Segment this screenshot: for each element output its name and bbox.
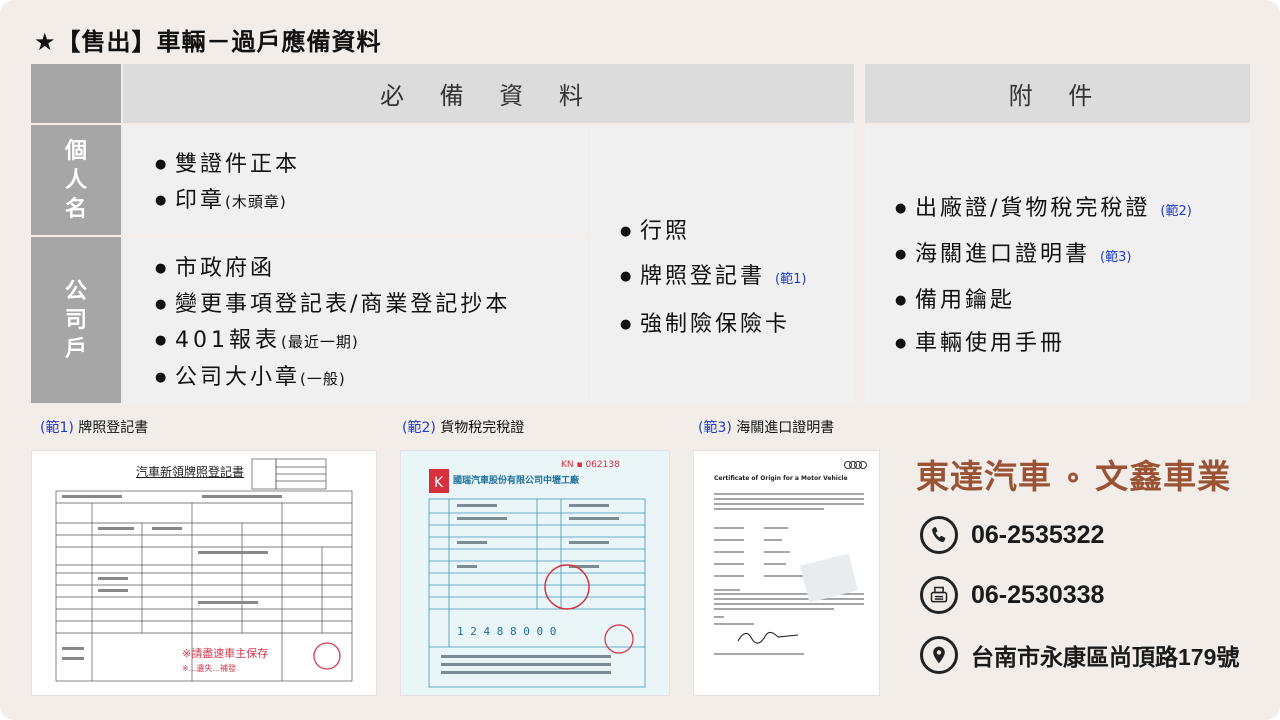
list-item: 海關進口證明書 (範3) [893,233,1250,279]
fax-number: 06-2530338 [971,580,1105,609]
brand-name: 東達汽車 ∘ 文鑫車業 [916,457,1232,496]
svg-text:※...遺失...補發: ※...遺失...補發 [182,663,236,673]
certificate-graphic [714,461,867,655]
header-attach-label: 附 件 [1008,82,1107,110]
attach-cell: 出廠證/貨物稅完稅證 (範2) 海關進口證明書 (範3) 備用鑰匙 車輛使用手冊 [865,125,1250,403]
example-image-tax-certificate: 國瑞汽車股份有限公司中壢工廠 K KN ▪ 062138 1 2 4 8 8 0… [400,450,670,696]
list-item: 印章(木頭章) [153,183,588,220]
fax-icon [920,576,958,614]
svg-text:1 2 4 8 8 0 0 0: 1 2 4 8 8 0 0 0 [457,625,556,638]
slide: ★【售出】車輛－過戶應備資料 必 備 資 料 附 件 個 人 名 公 司 戶 雙… [0,0,1280,720]
personal-cell: 雙證件正本 印章(木頭章) [123,125,588,235]
header-required: 必 備 資 料 [123,64,854,123]
list-item: 雙證件正本 [153,147,588,183]
location-pin-icon [920,636,958,674]
list-item: 公司大小章(一般) [153,360,588,397]
page-title: ★【售出】車輛－過戶應備資料 [34,28,382,56]
tax-form-graphic: K KN ▪ 062138 1 2 4 8 8 0 0 0 [428,460,646,688]
header-required-label: 必 備 資 料 [380,82,597,110]
svg-text:KN ▪ 062138: KN ▪ 062138 [561,460,620,470]
contact-address: 台南市永康區尚頂路179號 [920,636,1239,674]
list-item: 變更事項登記表/商業登記抄本 [153,287,588,323]
phone-icon [920,516,958,554]
header-attach: 附 件 [865,64,1250,123]
list-item: 401報表(最近一期) [153,323,588,360]
example-caption-3: (範3) 海關進口證明書 [698,420,835,436]
list-item: 牌照登記書 (範1) [618,254,854,302]
list-item: 行照 [618,209,854,254]
side-label-personal: 個 人 名 [31,125,121,235]
company-cell: 市政府函 變更事項登記表/商業登記抄本 401報表(最近一期) 公司大小章(一般… [123,237,588,403]
table-corner [31,64,121,123]
address: 台南市永康區尚頂路179號 [971,644,1240,670]
svg-text:K: K [434,475,444,491]
example-caption-2: (範2) 貨物稅完稅證 [402,420,525,436]
list-item: 出廠證/貨物稅完稅證 (範2) [893,187,1250,233]
list-item: 備用鑰匙 [893,279,1250,322]
common-cell: 行照 牌照登記書 (範1) 強制險保險卡 [590,125,854,403]
example-image-license-registration: 汽車新領牌照登記書 ※請盡速車主保存 ※...遺失...補發 [31,450,377,696]
contact-fax: 06-2530338 [920,576,1104,614]
list-item: 車輛使用手冊 [893,322,1250,365]
form-grid-graphic: ※請盡速車主保存 ※...遺失...補發 [55,458,353,682]
contact-phone: 06-2535322 [920,516,1104,554]
example-caption-1: (範1) 牌照登記書 [40,420,149,436]
list-item: 強制險保險卡 [618,302,854,347]
list-item: 市政府函 [153,251,588,287]
svg-text:※請盡速車主保存: ※請盡速車主保存 [182,646,268,660]
phone-number: 06-2535322 [971,520,1105,549]
example-image-import-certificate: Certificate of Origin for a Motor Vehicl… [693,450,880,696]
side-label-company: 公 司 戶 [31,237,121,403]
